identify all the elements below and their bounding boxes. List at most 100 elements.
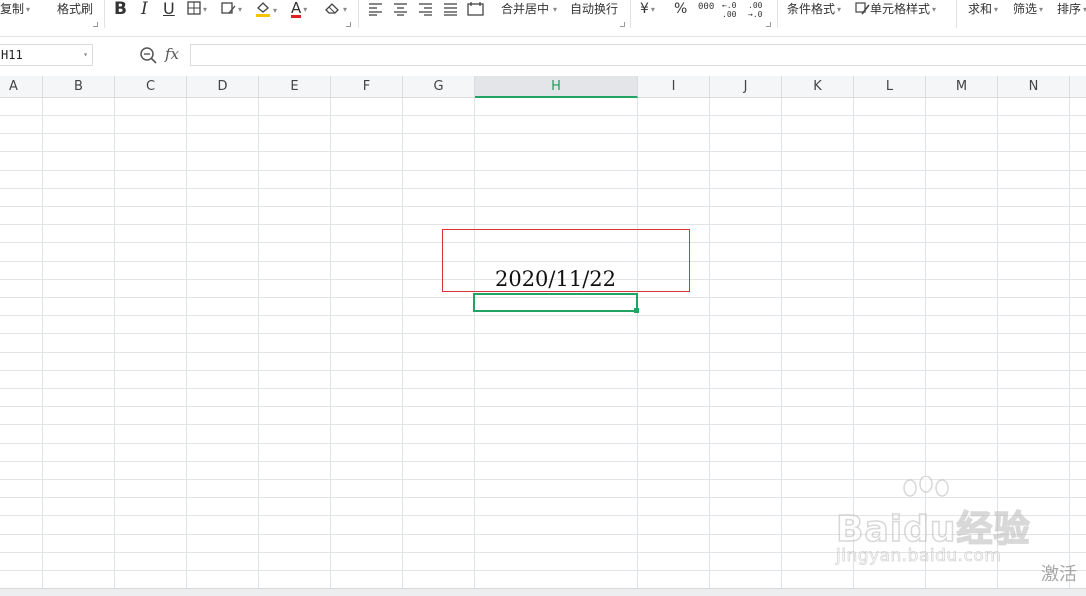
- activation-notice: 激活: [1041, 564, 1077, 585]
- grid-row-line: [0, 206, 1086, 207]
- increase-decimal-button[interactable]: ←.0 .00: [722, 1, 740, 21]
- column-header-i[interactable]: I: [638, 76, 710, 97]
- fill-handle[interactable]: [634, 308, 639, 313]
- chevron-down-icon[interactable]: ▾: [83, 45, 88, 65]
- border-button[interactable]: ▾: [187, 0, 207, 20]
- grid-row-line: [0, 424, 1086, 425]
- grid-row-line: [0, 570, 1086, 571]
- bold-button[interactable]: B: [114, 0, 127, 20]
- eraser-icon: [325, 3, 339, 14]
- copy-label: 复制: [0, 2, 25, 16]
- cell-h10-value[interactable]: 2020/11/22: [474, 265, 637, 293]
- copy-button[interactable]: 复制 ▾: [0, 0, 30, 20]
- column-header-k[interactable]: K: [782, 76, 854, 97]
- grid-row-line: [0, 370, 1086, 371]
- column-header-n[interactable]: N: [998, 76, 1070, 97]
- alignment-dialog-launcher-icon[interactable]: [620, 22, 625, 27]
- grid-row-line: [0, 388, 1086, 389]
- filter-button[interactable]: 筛选 ▾: [1013, 0, 1043, 20]
- font-color-icon: A: [291, 0, 302, 18]
- column-header-l[interactable]: L: [854, 76, 926, 97]
- formula-input[interactable]: [190, 44, 1086, 66]
- border-icon: [187, 1, 201, 15]
- chevron-down-icon[interactable]: ▾: [238, 1, 242, 19]
- grid-row-line: [0, 443, 1086, 444]
- align-left-icon[interactable]: [368, 2, 383, 16]
- thousands-separator-button[interactable]: 000: [698, 2, 714, 22]
- paint-bucket-icon: [256, 2, 270, 17]
- chevron-down-icon[interactable]: ▾: [553, 1, 557, 21]
- column-header-j[interactable]: J: [710, 76, 782, 97]
- chevron-down-icon[interactable]: ▾: [26, 1, 30, 19]
- grid-row-line: [0, 224, 1086, 225]
- grid-row-line: [0, 115, 1086, 116]
- currency-button[interactable]: ¥ ▾: [640, 0, 655, 20]
- distributed-align-icon[interactable]: [467, 1, 484, 16]
- currency-label: ¥: [640, 1, 649, 17]
- conditional-format-button[interactable]: 条件格式 ▾: [787, 0, 841, 20]
- sum-label: 求和: [968, 2, 993, 16]
- toolbar-divider: [358, 0, 359, 28]
- grid-row-line: [0, 188, 1086, 189]
- chevron-down-icon[interactable]: ▾: [203, 1, 207, 19]
- sort-button[interactable]: 排序 ▾: [1057, 0, 1086, 20]
- grid-row-line: [0, 352, 1086, 353]
- grid-row-line: [0, 333, 1086, 334]
- grid-row-line: [0, 315, 1086, 316]
- column-header-h[interactable]: H: [475, 76, 638, 98]
- cell-style-button[interactable]: 单元格样式 ▾: [855, 0, 936, 20]
- insert-function-button[interactable]: fx: [165, 45, 179, 63]
- clipboard-dialog-launcher-icon[interactable]: [93, 22, 98, 27]
- cell-type-button[interactable]: ▾: [221, 0, 242, 20]
- column-header-row: ABCDEFGHIJKLMN: [0, 76, 1086, 98]
- watermark-brand: Baidu经验: [835, 508, 1031, 551]
- toolbar-divider: [630, 0, 631, 28]
- column-header-g[interactable]: G: [403, 76, 475, 97]
- auto-wrap-button[interactable]: 自动换行: [570, 0, 618, 20]
- underline-button[interactable]: U: [163, 0, 175, 20]
- chevron-down-icon[interactable]: ▾: [837, 1, 841, 19]
- toolbar-divider: [777, 0, 778, 28]
- align-right-icon[interactable]: [418, 2, 433, 16]
- column-header-c[interactable]: C: [115, 76, 187, 97]
- decrease-decimal-button[interactable]: .00 →.0: [748, 1, 766, 21]
- percent-button[interactable]: %: [674, 0, 687, 20]
- chevron-down-icon[interactable]: ▾: [994, 1, 998, 19]
- column-header-e[interactable]: E: [259, 76, 331, 97]
- font-dialog-launcher-icon[interactable]: [346, 22, 351, 27]
- grid-row-line: [0, 461, 1086, 462]
- chevron-down-icon[interactable]: ▾: [1039, 1, 1043, 19]
- column-header-m[interactable]: M: [926, 76, 998, 97]
- column-header-f[interactable]: F: [331, 76, 403, 97]
- column-header-d[interactable]: D: [187, 76, 259, 97]
- italic-button[interactable]: I: [141, 0, 148, 20]
- chevron-down-icon[interactable]: ▾: [303, 1, 307, 19]
- toolbar-divider: [956, 0, 957, 28]
- clear-button[interactable]: ▾: [324, 0, 347, 20]
- grid-row-line: [0, 406, 1086, 407]
- justify-icon[interactable]: [443, 2, 458, 16]
- active-cell-selection[interactable]: [473, 293, 638, 312]
- font-color-button[interactable]: A ▾: [291, 0, 307, 20]
- formula-bar: H11 ▾ fx: [0, 43, 1086, 69]
- format-painter-button[interactable]: 格式刷: [57, 0, 93, 20]
- chevron-down-icon[interactable]: ▾: [932, 1, 936, 19]
- cell-style-label: 单元格样式: [870, 2, 931, 16]
- zoom-icon[interactable]: [139, 46, 157, 64]
- chevron-down-icon[interactable]: ▾: [651, 1, 655, 19]
- conditional-format-label: 条件格式: [787, 2, 836, 16]
- column-header-b[interactable]: B: [43, 76, 115, 97]
- ribbon-toolbar: 复制 ▾ 格式刷 B I U ▾ ▾ ▾ A ▾ ▾ 合并居中 ▾ 自动换行 ¥ ▾ …: [0, 0, 1086, 37]
- grid-row-line: [0, 170, 1086, 171]
- chevron-down-icon[interactable]: ▾: [273, 2, 277, 20]
- toolbar-divider: [104, 0, 105, 28]
- merge-center-button[interactable]: 合并居中: [501, 0, 549, 20]
- sum-button[interactable]: 求和 ▾: [968, 0, 998, 20]
- fill-color-button[interactable]: ▾: [255, 0, 277, 20]
- align-center-icon[interactable]: [393, 2, 408, 16]
- grid-row-line: [0, 151, 1086, 152]
- chevron-down-icon[interactable]: ▾: [343, 1, 347, 19]
- name-box[interactable]: H11 ▾: [0, 44, 93, 66]
- column-header-a[interactable]: A: [0, 76, 43, 97]
- number-dialog-launcher-icon[interactable]: [766, 22, 771, 27]
